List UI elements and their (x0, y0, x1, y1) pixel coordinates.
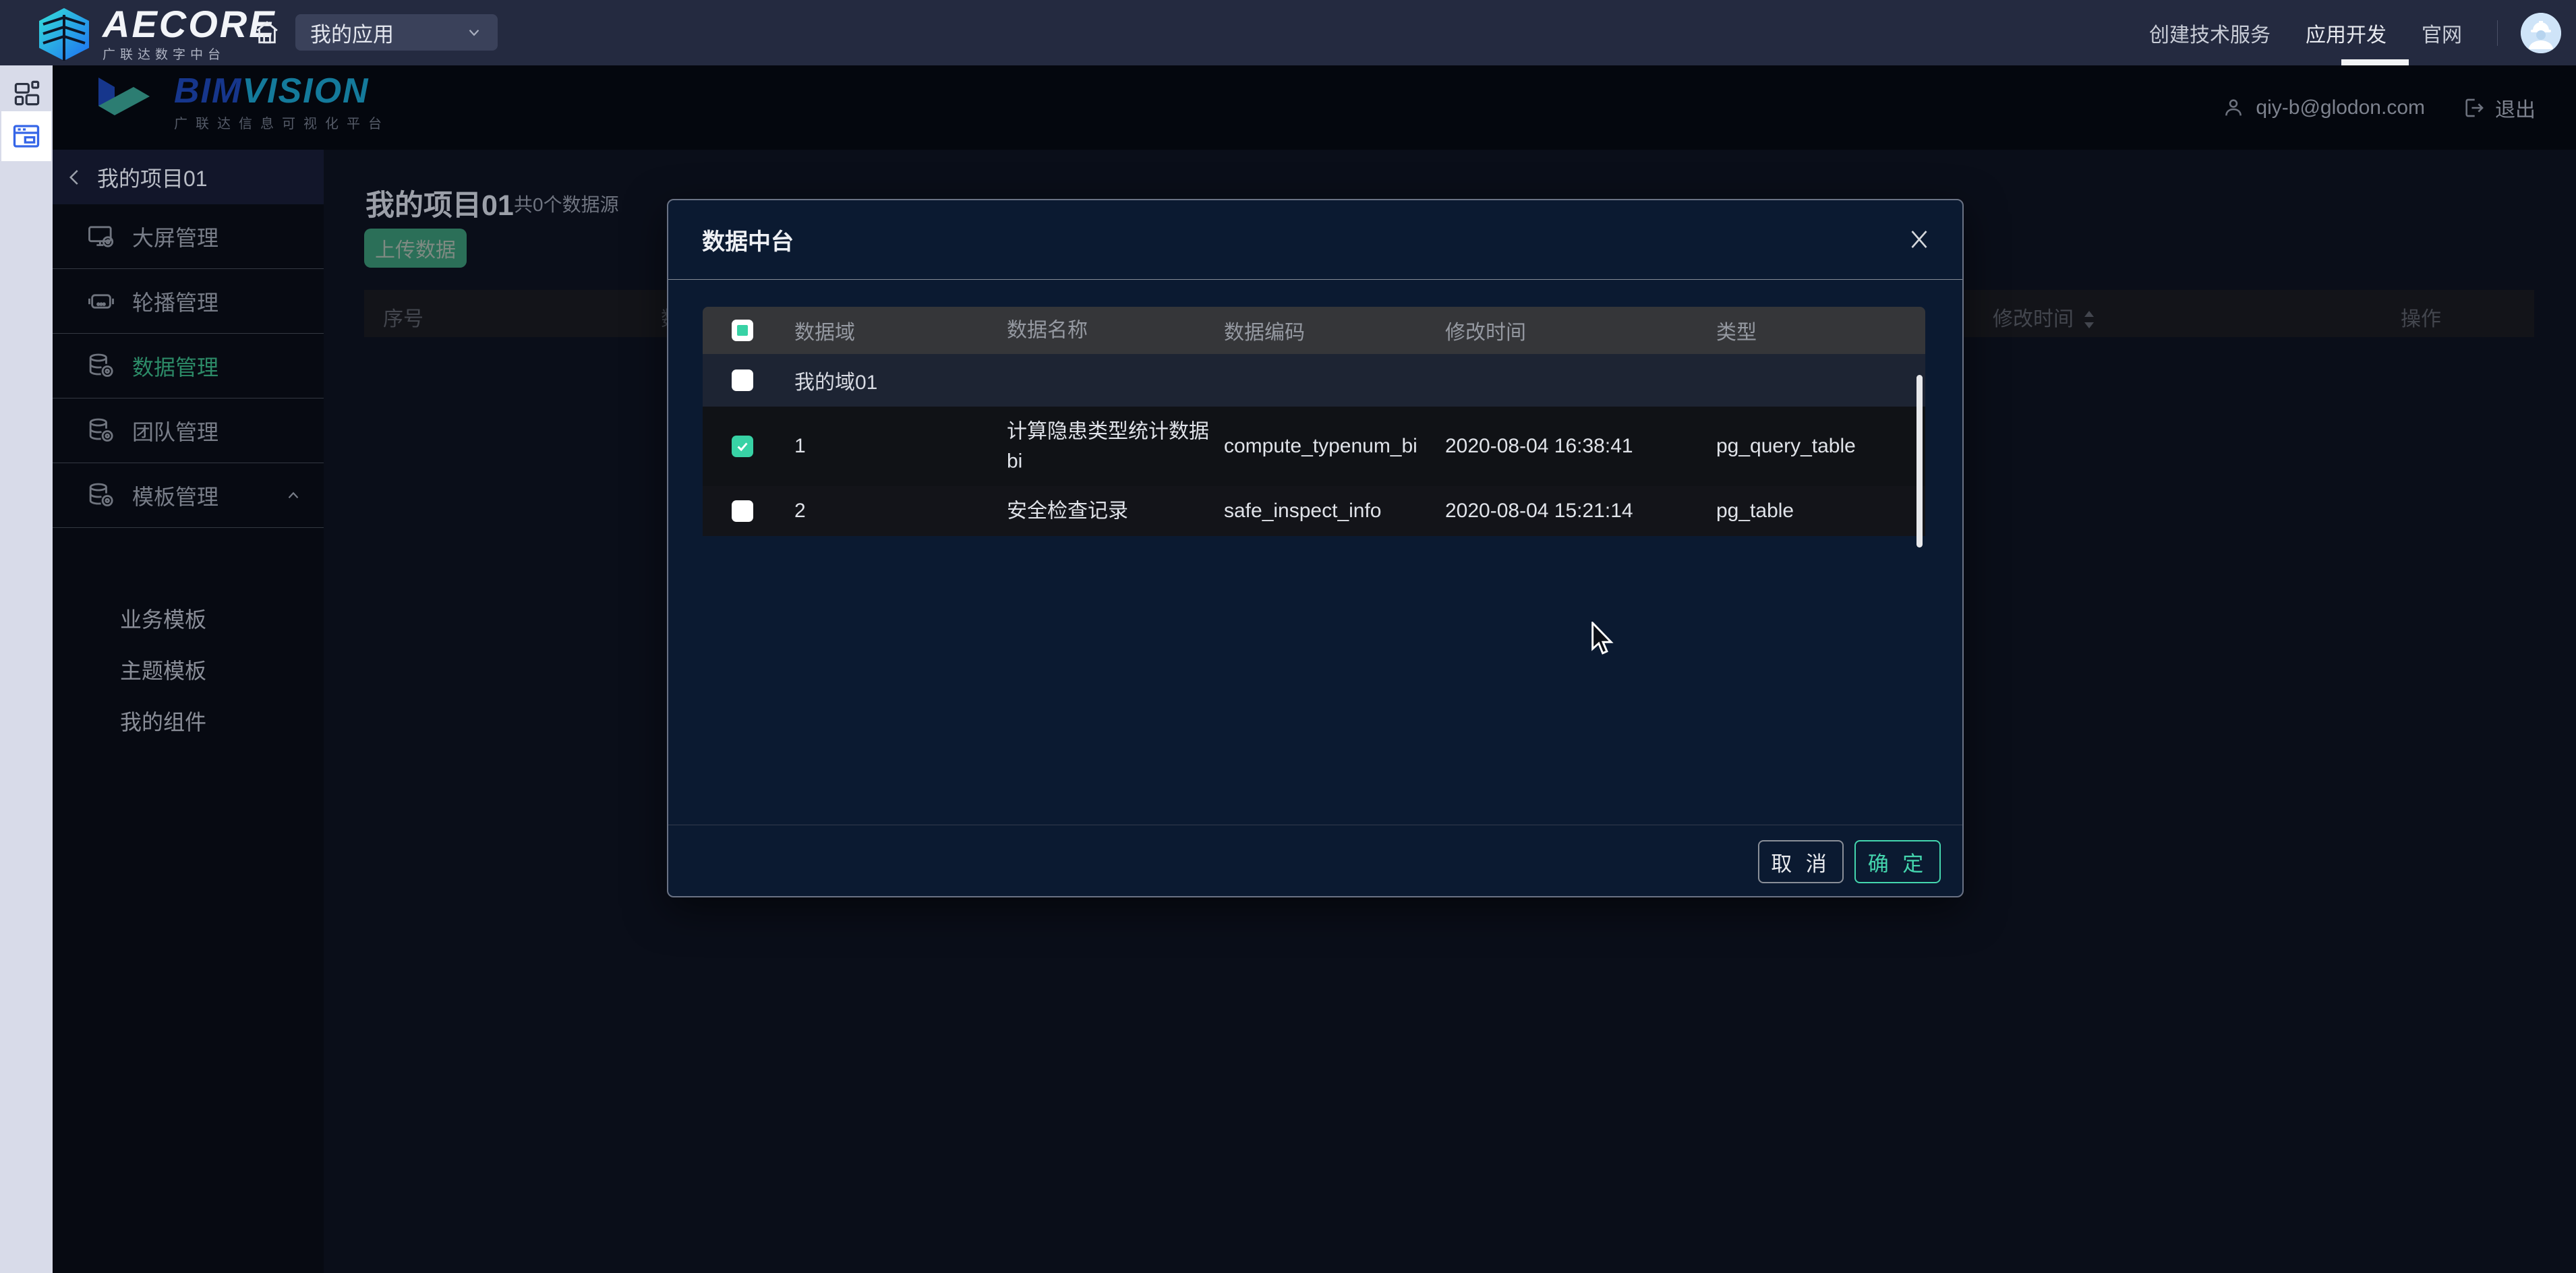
column-actions: 操作 (2401, 302, 2441, 332)
header-modified: 修改时间 (1445, 316, 1526, 345)
sidebar-item-label: 大屏管理 (132, 221, 218, 252)
modal-table-header: 数据域 数据名称 数据编码 修改时间 类型 (703, 307, 1925, 354)
row-type: pg_query_table (1716, 435, 1856, 458)
sidebar-item-data-management[interactable]: 数据管理 (53, 334, 324, 398)
nav-divider (2497, 20, 2498, 46)
modal-title: 数据中台 (702, 223, 794, 256)
user-icon (2222, 96, 2245, 119)
column-seq: 序号 (383, 302, 423, 332)
database-gear-icon (88, 417, 115, 444)
nav-create-tech-service[interactable]: 创建技术服务 (2149, 18, 2271, 48)
top-bar: AECORE 广联达数字中台 我的应用 创建技术服务 应用开发 官网 (0, 0, 2576, 65)
sidebar-menu: 大屏管理 轮播管理 (53, 204, 324, 528)
row-seq: 1 (794, 435, 806, 458)
datasource-count: 共0个数据源 (514, 190, 619, 217)
sidebar-item-label: 团队管理 (132, 415, 218, 446)
sidebar-item-carousel-management[interactable]: 轮播管理 (53, 269, 324, 334)
bimvision-logo: BIMVISION 广联达信息可视化平台 (93, 73, 390, 132)
row-modified: 2020-08-04 15:21:14 (1445, 500, 1633, 523)
row-name: 安全检查记录 (1007, 496, 1128, 526)
product-header: BIMVISION 广联达信息可视化平台 qiy-b@glodon.com 退出 (53, 65, 2576, 150)
carousel-icon (88, 288, 115, 315)
header-type: 类型 (1716, 316, 1757, 345)
sidebar-project-header[interactable]: 我的项目01 (53, 150, 324, 204)
modal-header: 数据中台 (668, 200, 1962, 280)
row-modified: 2020-08-04 16:38:41 (1445, 435, 1633, 458)
mouse-cursor (1590, 622, 1620, 657)
left-icon-rail (0, 65, 53, 1273)
group-checkbox[interactable] (732, 369, 753, 391)
sidebar-item-label: 模板管理 (132, 480, 218, 511)
bimvision-tagline: 广联达信息可视化平台 (174, 113, 390, 132)
chevron-down-icon (465, 24, 483, 41)
active-tab-underline (2341, 59, 2409, 65)
column-modified[interactable]: 修改时间 (1993, 302, 2097, 332)
sort-icon[interactable] (2082, 309, 2097, 328)
aecore-logo: AECORE 广联达数字中台 (35, 5, 276, 63)
sidebar-item-team-management[interactable]: 团队管理 (53, 398, 324, 463)
screen-gear-icon (88, 223, 115, 250)
row-checkbox[interactable] (732, 500, 753, 522)
aecore-logo-icon (35, 7, 93, 62)
user-email[interactable]: qiy-b@glodon.com (2256, 96, 2425, 119)
upload-data-button[interactable]: 上传数据 (364, 229, 467, 268)
logout-icon[interactable] (2463, 96, 2486, 119)
sidebar-submenu: 业务模板 主题模板 我的组件 (53, 593, 324, 746)
page-title: 我的项目01 (365, 182, 514, 224)
sidebar-item-screen-management[interactable]: 大屏管理 (53, 204, 324, 269)
modal-table: 数据域 数据名称 数据编码 修改时间 类型 我的域01 (703, 307, 1925, 536)
nav-official-site[interactable]: 官网 (2422, 18, 2462, 48)
chevron-left-icon (65, 167, 85, 187)
row-code: safe_inspect_info (1224, 500, 1382, 523)
data-platform-modal: 数据中台 数据域 数据名称 数据编码 修改时间 类型 (667, 199, 1964, 897)
confirm-button[interactable]: 确 定 (1854, 840, 1941, 883)
home-icon[interactable] (253, 18, 281, 47)
cancel-button[interactable]: 取 消 (1758, 840, 1844, 883)
rail-item-dashboard-selected[interactable] (1, 111, 51, 161)
row-seq: 2 (794, 500, 806, 523)
app-select-value: 我的应用 (310, 18, 394, 48)
bimvision-logo-icon (93, 75, 163, 131)
group-label: 我的域01 (794, 365, 877, 395)
app-select-dropdown[interactable]: 我的应用 (295, 14, 498, 51)
sidebar-item-label: 数据管理 (132, 351, 218, 382)
database-gear-icon (88, 353, 115, 380)
sidebar-subitem-my-components[interactable]: 我的组件 (53, 695, 324, 746)
logout-button[interactable]: 退出 (2495, 93, 2536, 123)
brand-name: AECORE (103, 5, 276, 43)
sidebar-subitem-theme-template[interactable]: 主题模板 (53, 644, 324, 695)
row-code: compute_typenum_bi (1224, 435, 1417, 458)
sidebar-item-template-management[interactable]: 模板管理 (53, 463, 324, 528)
table-scrollbar[interactable] (1916, 375, 1923, 547)
header-data-name: 数据名称 (1007, 316, 1088, 345)
bimvision-wordmark: BIMVISION (174, 73, 390, 109)
top-nav: 创建技术服务 应用开发 官网 (2149, 0, 2576, 65)
user-area: qiy-b@glodon.com 退出 (2222, 65, 2536, 150)
application-root: AECORE 广联达数字中台 我的应用 创建技术服务 应用开发 官网 (0, 0, 2576, 1273)
sidebar-subitem-business-template[interactable]: 业务模板 (53, 593, 324, 644)
brand-tagline: 广联达数字中台 (103, 45, 276, 63)
modal-footer: 取 消 确 定 (668, 825, 1962, 896)
database-gear-icon (88, 482, 115, 509)
apps-grid-icon[interactable] (14, 80, 40, 106)
sidebar: 我的项目01 大屏管理 (53, 150, 324, 1273)
row-checkbox-checked[interactable] (732, 436, 753, 457)
table-row[interactable]: 1 计算隐患类型统计数据bi compute_typenum_bi 2020-0… (703, 407, 1925, 486)
nav-app-development[interactable]: 应用开发 (2306, 18, 2387, 48)
select-all-checkbox[interactable] (732, 320, 753, 341)
row-name: 计算隐患类型统计数据bi (1007, 417, 1220, 476)
table-group-row[interactable]: 我的域01 (703, 354, 1925, 407)
caret-up-icon (285, 487, 302, 504)
table-row[interactable]: 2 安全检查记录 safe_inspect_info 2020-08-04 15… (703, 486, 1925, 536)
close-icon[interactable] (1907, 227, 1931, 251)
row-type: pg_table (1716, 500, 1794, 523)
header-data-code: 数据编码 (1224, 316, 1305, 345)
sidebar-item-label: 轮播管理 (132, 286, 218, 317)
user-avatar[interactable] (2521, 13, 2561, 53)
header-data-domain: 数据域 (794, 316, 855, 345)
project-title: 我的项目01 (97, 162, 208, 193)
